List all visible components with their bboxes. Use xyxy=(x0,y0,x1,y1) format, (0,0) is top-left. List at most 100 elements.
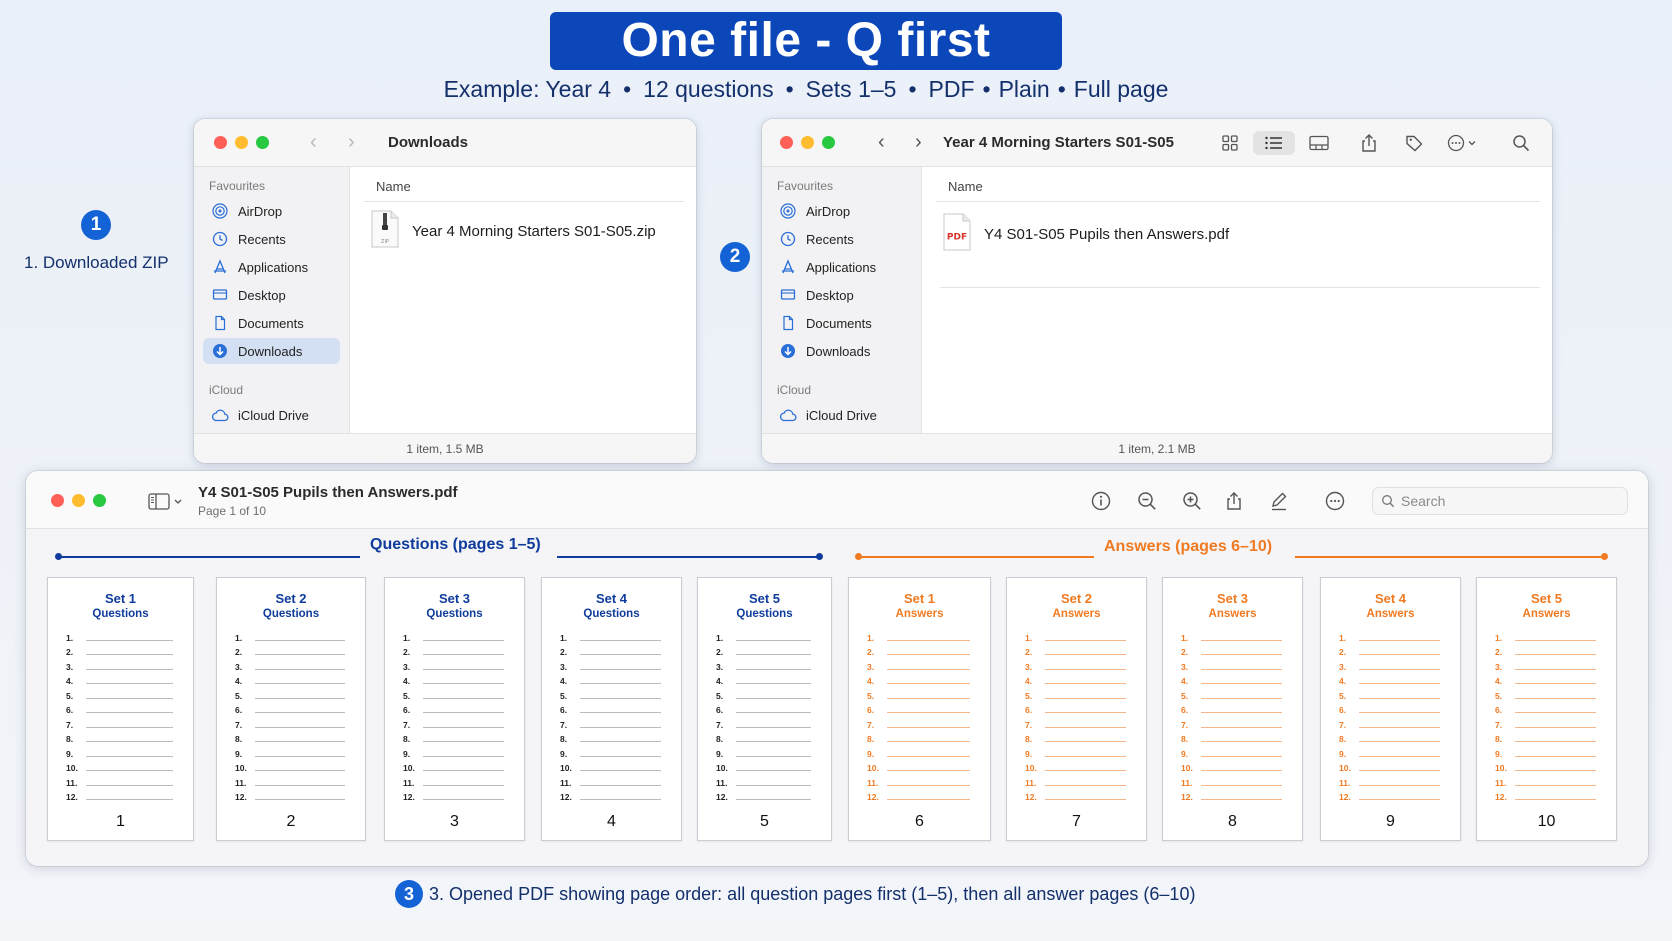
pdf-page-thumbnail[interactable]: Set 5 Answers 1. 2. 3. 4. 5. 6. 7. 8. 9. 10. 11. 12. 1… xyxy=(1476,577,1617,841)
zoom-button[interactable] xyxy=(822,136,835,149)
file-row-zip[interactable]: ZIP Year 4 Morning Starters S01-S05.zip xyxy=(370,208,684,254)
answer-line xyxy=(736,697,811,699)
answer-line xyxy=(580,654,661,655)
question-number: 9. xyxy=(1495,748,1503,759)
pdf-page-thumbnail[interactable]: Set 2 Questions 1. 2. 3. 4. 5. 6. 7. 8. 9. 10. 11. 12… xyxy=(216,577,366,841)
answer-line xyxy=(255,741,345,742)
question-row: 10. xyxy=(1025,759,1126,773)
question-row: 8. xyxy=(235,730,345,744)
sidebar-item-documents[interactable]: Documents xyxy=(203,310,340,336)
answer-line xyxy=(1515,799,1596,800)
question-number: 5. xyxy=(1495,690,1503,701)
sidebar-item-downloads[interactable]: Downloads xyxy=(771,338,912,364)
answer-line xyxy=(1515,697,1596,699)
share-icon[interactable] xyxy=(1357,131,1381,155)
question-number: 10. xyxy=(1025,763,1037,773)
sidebar-item-documents[interactable]: Documents xyxy=(771,310,912,336)
zoom-out-icon[interactable] xyxy=(1136,490,1158,512)
pdf-page-thumbnail[interactable]: Set 2 Answers 1. 2. 3. 4. 5. 6. 7. 8. 9. 10. 11. 12. 7 xyxy=(1006,577,1147,841)
pdf-page-thumbnail[interactable]: Set 3 Answers 1. 2. 3. 4. 5. 6. 7. 8. 9. 10. 11. 12. 8 xyxy=(1162,577,1303,841)
back-arrow-icon[interactable]: ‹ xyxy=(310,131,317,154)
pdf-page-thumbnail[interactable]: Set 4 Answers 1. 2. 3. 4. 5. 6. 7. 8. 9. 10. 11. 12. 9 xyxy=(1320,577,1461,841)
answer-line xyxy=(1515,712,1596,713)
clock-icon xyxy=(779,230,797,248)
question-row: 11. xyxy=(66,773,173,788)
answer-line xyxy=(1045,741,1126,742)
pdf-page-thumbnail[interactable]: Set 1 Answers 1. 2. 3. 4. 5. 6. 7. 8. 9. 10. 11. 12. 6 xyxy=(848,577,991,841)
pdf-page-thumbnail[interactable]: Set 5 Questions 1. 2. 3. 4. 5. 6. 7. 8. 9. 10. 11. 12… xyxy=(697,577,832,841)
forward-arrow-icon[interactable]: › xyxy=(915,131,922,154)
zoom-button[interactable] xyxy=(93,494,106,507)
grid-view-icon[interactable] xyxy=(1218,131,1242,155)
answer-line xyxy=(255,697,345,699)
file-row-pdf[interactable]: PDF Y4 S01-S05 Pupils then Answers.pdf xyxy=(942,211,1540,257)
question-number: 6. xyxy=(1495,705,1503,715)
question-row: 11. xyxy=(1495,773,1596,788)
sidebar-item-desktop[interactable]: Desktop xyxy=(771,282,912,308)
applications-icon xyxy=(211,258,229,276)
search-field[interactable] xyxy=(1372,487,1628,515)
sidebar-item-recents[interactable]: Recents xyxy=(203,226,340,252)
share-icon[interactable] xyxy=(1223,490,1245,512)
minimize-button[interactable] xyxy=(801,136,814,149)
pdf-page-thumbnail[interactable]: Set 3 Questions 1. 2. 3. 4. 5. 6. 7. 8. 9. 10. 11. 12… xyxy=(384,577,525,841)
question-number: 7. xyxy=(66,719,74,730)
minimize-button[interactable] xyxy=(235,136,248,149)
question-row: 8. xyxy=(1025,730,1126,744)
question-number: 4. xyxy=(867,676,875,686)
zip-label: ZIP xyxy=(381,239,389,245)
zoom-in-icon[interactable] xyxy=(1181,490,1203,512)
question-number: 10. xyxy=(1339,763,1351,773)
answer-line xyxy=(255,683,345,684)
question-row: 3. xyxy=(235,657,345,672)
page-number: 1 xyxy=(116,813,125,830)
page-kind-label: Questions xyxy=(262,608,320,620)
page-kind-label: Answers xyxy=(1052,608,1101,620)
question-row: 12. xyxy=(66,788,173,802)
close-button[interactable] xyxy=(51,494,64,507)
subtitle-dot: • xyxy=(623,76,632,102)
sidebar-item-recents[interactable]: Recents xyxy=(771,226,912,252)
more-actions-icon[interactable] xyxy=(1324,490,1346,512)
sidebar-item-downloads[interactable]: Downloads xyxy=(203,338,340,364)
question-number: 10. xyxy=(560,763,572,773)
search-input[interactable] xyxy=(1401,493,1601,509)
questions-line-left xyxy=(58,556,360,558)
pdf-page-thumbnail[interactable]: Set 4 Questions 1. 2. 3. 4. 5. 6. 7. 8. 9. 10. 11. 12… xyxy=(541,577,682,841)
tag-icon[interactable] xyxy=(1402,131,1426,155)
more-actions-icon[interactable] xyxy=(1446,131,1482,155)
sidebar-item-applications[interactable]: Applications xyxy=(203,254,340,280)
question-number: 5. xyxy=(66,690,74,701)
close-button[interactable] xyxy=(214,136,227,149)
sidebar-toggle-icon[interactable] xyxy=(147,490,187,512)
forward-arrow-icon[interactable]: › xyxy=(348,131,355,154)
column-header-name[interactable]: Name xyxy=(376,179,411,194)
list-view-icon[interactable] xyxy=(1253,131,1295,155)
question-number: 4. xyxy=(235,676,243,686)
column-header-name[interactable]: Name xyxy=(948,179,983,194)
gallery-view-icon[interactable] xyxy=(1307,131,1331,155)
back-arrow-icon[interactable]: ‹ xyxy=(878,131,885,154)
info-icon[interactable] xyxy=(1090,490,1112,512)
answer-line xyxy=(1359,639,1440,641)
clock-icon xyxy=(211,230,229,248)
pdf-page-thumbnail[interactable]: Set 1 Questions 1. 2. 3. 4. 5. 6. 7. 8. 9. 10. 11. 12… xyxy=(47,577,194,841)
question-number: 11. xyxy=(1495,777,1507,788)
page-number: 10 xyxy=(1537,813,1556,830)
sidebar-item-icloud-drive[interactable]: iCloud Drive xyxy=(771,402,912,428)
question-number: 6. xyxy=(403,705,411,715)
subtitle-style: Plain xyxy=(998,76,1050,102)
search-icon[interactable] xyxy=(1509,131,1533,155)
sidebar-item-icloud-drive[interactable]: iCloud Drive xyxy=(203,402,340,428)
sidebar-item-label: iCloud Drive xyxy=(238,407,309,423)
sidebar-item-airdrop[interactable]: AirDrop xyxy=(203,198,340,224)
minimize-button[interactable] xyxy=(72,494,85,507)
close-button[interactable] xyxy=(780,136,793,149)
sidebar-item-desktop[interactable]: Desktop xyxy=(203,282,340,308)
sidebar-item-applications[interactable]: Applications xyxy=(771,254,912,280)
question-row: 9. xyxy=(235,744,345,759)
zoom-button[interactable] xyxy=(256,136,269,149)
question-number: 5. xyxy=(1339,690,1347,701)
markup-pen-icon[interactable] xyxy=(1268,490,1290,512)
sidebar-item-airdrop[interactable]: AirDrop xyxy=(771,198,912,224)
